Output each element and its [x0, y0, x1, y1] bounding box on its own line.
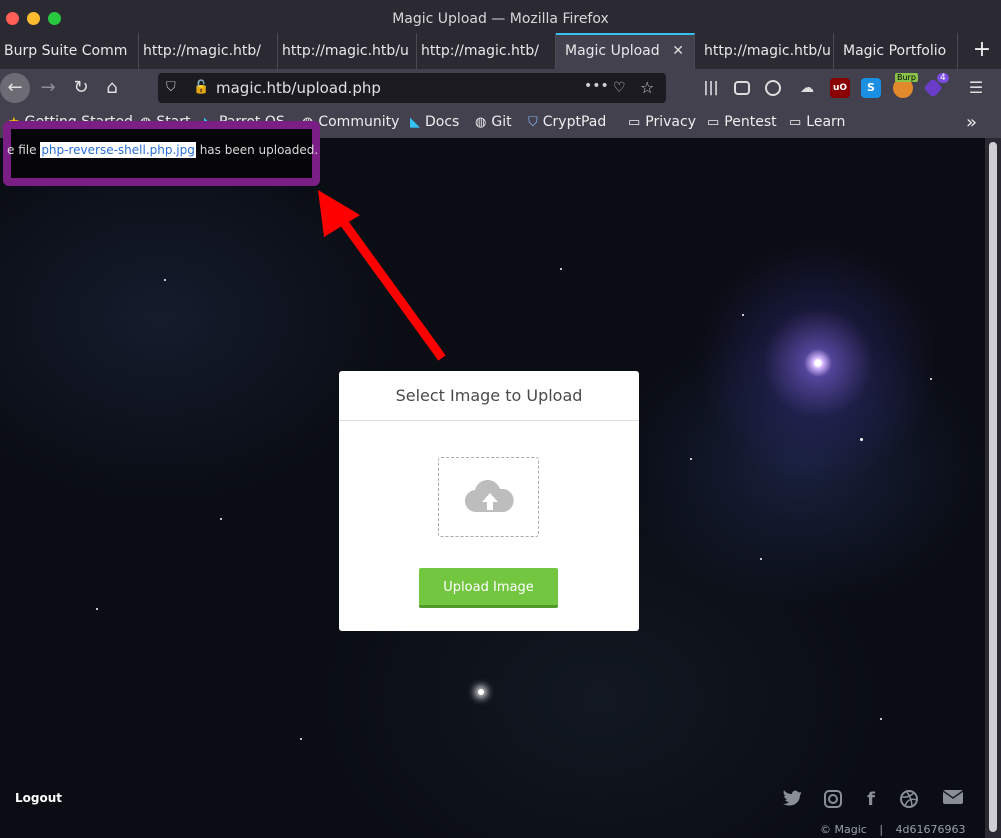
- upload-notice-highlight: e file php-reverse-shell.php.jpg has bee…: [3, 121, 320, 186]
- ublock-icon[interactable]: uO: [830, 78, 850, 98]
- folder-icon: ▭: [707, 115, 720, 130]
- home-button[interactable]: ⌂: [97, 73, 127, 103]
- tab-label: http://magic.htb/: [143, 43, 261, 59]
- tab-strip: Burp Suite Comm http://magic.htb/ http:/…: [0, 33, 1001, 69]
- close-window-button[interactable]: [6, 12, 19, 25]
- footer-hash: 4d61676963: [895, 823, 966, 836]
- folder-icon: ▭: [789, 115, 802, 130]
- star-decoration: [860, 438, 863, 441]
- bookmark-star-icon[interactable]: ☆: [640, 73, 654, 103]
- pocket-icon[interactable]: ♡: [613, 73, 626, 103]
- bookmark-label: Privacy: [645, 114, 696, 130]
- bookmark-docs[interactable]: ◣ Docs: [410, 107, 459, 138]
- forward-button[interactable]: →: [33, 73, 63, 103]
- cloud-upload-icon: [464, 480, 514, 513]
- url-text[interactable]: magic.htb/upload.php: [216, 73, 381, 103]
- email-icon[interactable]: [942, 789, 964, 811]
- scrollbar-thumb[interactable]: [989, 142, 997, 832]
- bookmark-label: Git: [491, 114, 512, 130]
- bookmark-label: Learn: [806, 114, 846, 130]
- bookmark-folder-pentest[interactable]: ▭ Pentest: [707, 107, 777, 138]
- uploaded-filename: php-reverse-shell.php.jpg: [40, 142, 196, 158]
- back-button[interactable]: ←: [0, 73, 30, 103]
- tab-label: http://magic.htb/u: [282, 43, 409, 59]
- shield-icon[interactable]: ⛉: [166, 73, 176, 103]
- upload-card: Select Image to Upload Upload Image: [339, 371, 639, 631]
- footer-separator: |: [879, 823, 884, 836]
- maximize-window-button[interactable]: [48, 12, 61, 25]
- minimize-window-button[interactable]: [27, 12, 40, 25]
- bookmark-git[interactable]: ◍ Git: [475, 107, 512, 138]
- star-decoration: [164, 279, 166, 281]
- close-tab-icon[interactable]: ✕: [672, 35, 684, 67]
- upload-notice: e file php-reverse-shell.php.jpg has bee…: [7, 142, 319, 158]
- image-dropzone[interactable]: [438, 457, 539, 537]
- bookmark-folder-privacy[interactable]: ▭ Privacy: [628, 107, 696, 138]
- notice-prefix: e file: [7, 143, 37, 157]
- star-decoration: [930, 378, 932, 380]
- account-icon[interactable]: [765, 80, 781, 96]
- bookmarks-overflow-button[interactable]: »: [966, 107, 977, 138]
- firefox-window: Magic Upload — Mozilla Firefox Burp Suit…: [0, 0, 1001, 838]
- tab-magic-portfolio[interactable]: Magic Portfolio: [834, 33, 958, 69]
- notice-suffix: has been uploaded.: [199, 143, 319, 157]
- annotation-arrow: [318, 190, 446, 361]
- sidebar-icon[interactable]: [734, 81, 750, 95]
- tab-burp-suite[interactable]: Burp Suite Comm: [0, 33, 139, 69]
- footer: © Magic | 4d61676963: [820, 823, 966, 836]
- library-icon[interactable]: |||: [701, 78, 721, 98]
- tab-magic-htb-1[interactable]: http://magic.htb/: [139, 33, 278, 69]
- tab-magic-upload[interactable]: Magic Upload ✕: [556, 33, 695, 69]
- folder-icon: ▭: [628, 115, 641, 130]
- star-decoration: [880, 718, 882, 720]
- tab-magic-htb-3[interactable]: http://magic.htb/: [417, 33, 556, 69]
- url-bar[interactable]: ⛉ 🔓 magic.htb/upload.php ••• ♡ ☆: [158, 73, 666, 103]
- page-actions-button[interactable]: •••: [584, 71, 609, 101]
- bookmark-label: Community: [318, 114, 400, 130]
- star-decoration: [690, 458, 692, 460]
- tab-label: Magic Portfolio: [843, 43, 947, 59]
- star-decoration: [96, 608, 98, 610]
- hamburger-menu-icon[interactable]: ☰: [966, 78, 986, 98]
- insecure-lock-icon[interactable]: 🔓: [193, 73, 209, 103]
- dribbble-icon[interactable]: [898, 789, 920, 811]
- tab-label: http://magic.htb/: [421, 43, 539, 59]
- parrot-icon: ◣: [410, 115, 420, 130]
- upload-card-title: Select Image to Upload: [339, 371, 639, 421]
- new-tab-button[interactable]: +: [963, 33, 1001, 69]
- star-decoration: [300, 738, 302, 740]
- twitter-icon[interactable]: [781, 789, 803, 811]
- instagram-icon[interactable]: [822, 789, 844, 811]
- tab-label: Burp Suite Comm: [4, 43, 128, 59]
- facebook-icon[interactable]: f: [860, 789, 882, 811]
- upload-image-button[interactable]: Upload Image: [419, 568, 558, 608]
- globe-icon: ◍: [475, 115, 487, 130]
- bookmark-label: CryptPad: [542, 114, 607, 130]
- bookmark-folder-learn[interactable]: ▭ Learn: [789, 107, 845, 138]
- star-decoration: [220, 518, 222, 520]
- extension-cloud-icon[interactable]: ☁: [797, 78, 817, 98]
- tab-label: http://magic.htb/u: [704, 43, 831, 59]
- bookmark-cryptpad[interactable]: ⛉ CryptPad: [528, 107, 606, 138]
- tab-magic-htb-4[interactable]: http://magic.htb/u: [695, 33, 834, 69]
- burp-badge: Burp: [895, 73, 918, 82]
- navigation-toolbar: ← → ↻ ⌂ ⛉ 🔓 magic.htb/upload.php ••• ♡ ☆…: [0, 69, 1001, 107]
- extension-s-icon[interactable]: S: [861, 78, 881, 98]
- copyright-text: © Magic: [820, 823, 867, 836]
- logout-link[interactable]: Logout: [15, 791, 62, 805]
- extension-count-badge: 4: [937, 73, 949, 83]
- window-title: Magic Upload — Mozilla Firefox: [392, 11, 609, 27]
- star-decoration: [742, 314, 744, 316]
- reload-button[interactable]: ↻: [66, 73, 96, 103]
- star-decoration: [560, 268, 562, 270]
- star-decoration: [478, 689, 484, 695]
- tab-label: Magic Upload: [565, 43, 660, 59]
- tab-magic-htb-2[interactable]: http://magic.htb/u: [278, 33, 417, 69]
- bookmark-label: Pentest: [724, 114, 777, 130]
- bookmark-label: Docs: [425, 114, 460, 130]
- page-scrollbar[interactable]: [985, 138, 1001, 838]
- star-decoration: [760, 558, 762, 560]
- shield-icon: ⛉: [528, 115, 538, 130]
